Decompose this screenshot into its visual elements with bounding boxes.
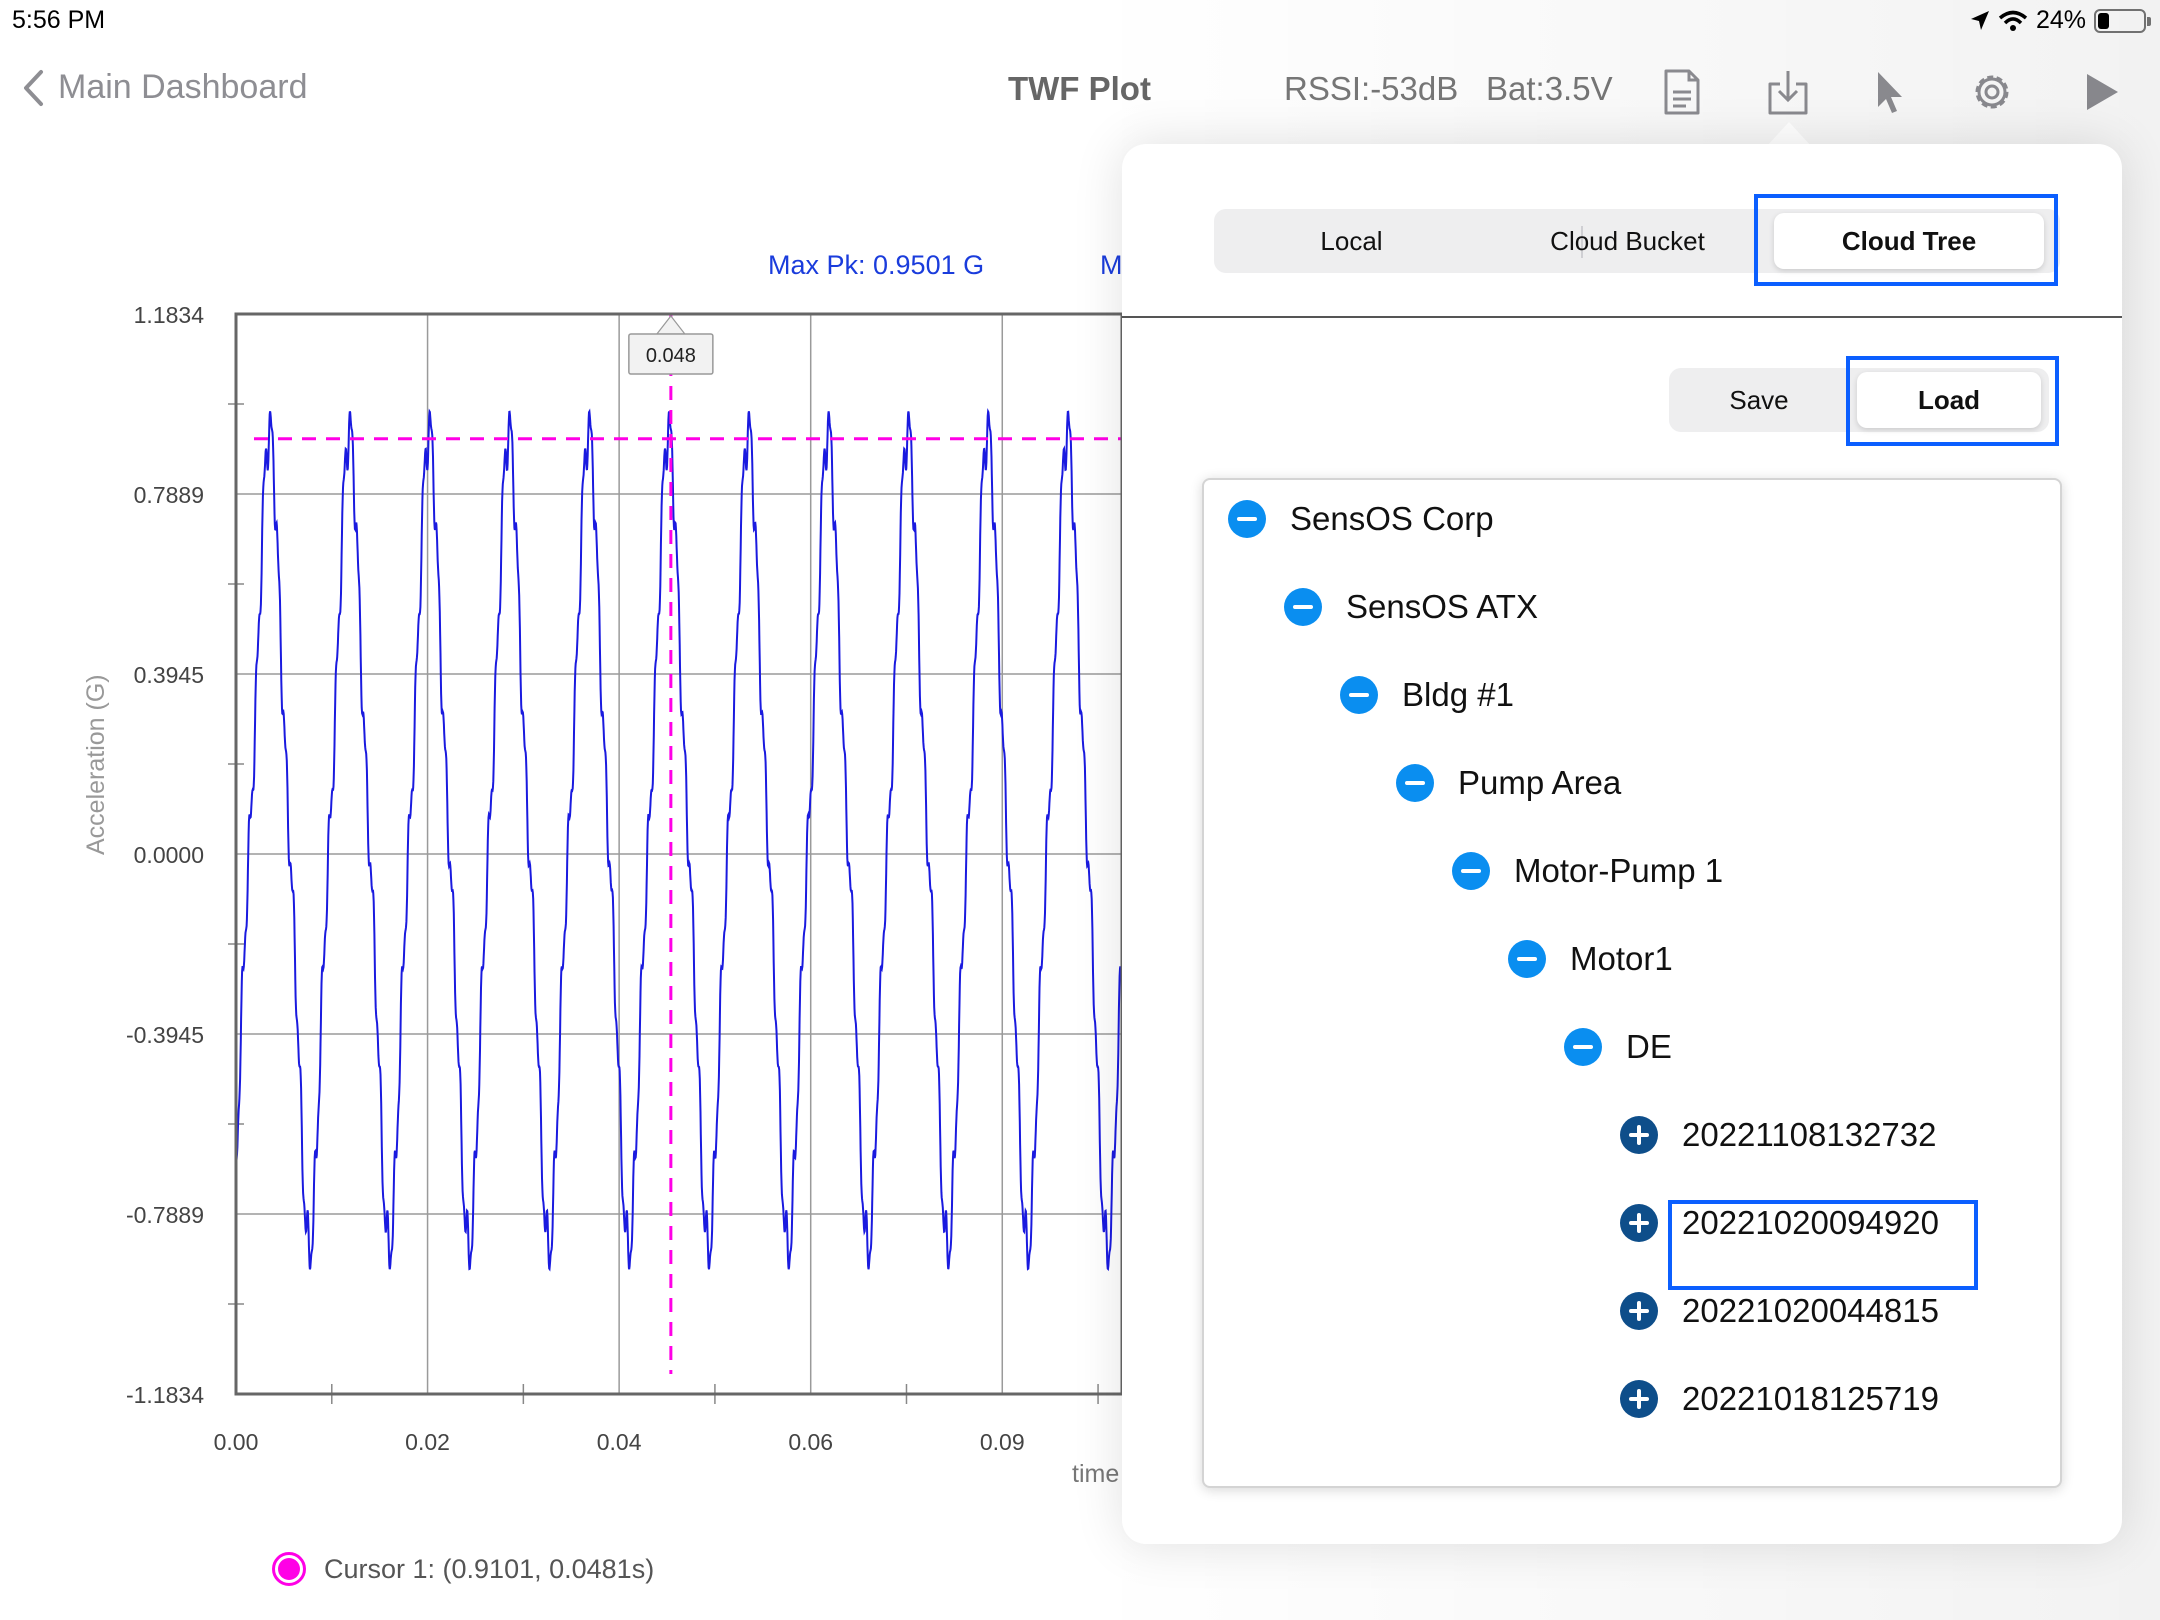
popover-divider	[1122, 316, 2122, 318]
collapse-icon[interactable]	[1228, 500, 1266, 538]
tab-cloud-tree[interactable]: Cloud Tree	[1774, 213, 2044, 269]
tree-node-label: Motor1	[1570, 940, 1673, 977]
tree-leaf[interactable]: 20221018125719	[1620, 1380, 1939, 1418]
status-indicators: 24%	[1970, 6, 2151, 35]
battery-icon	[2094, 8, 2151, 33]
tab-local[interactable]: Local	[1214, 209, 1489, 273]
load-button[interactable]: Load	[1857, 372, 2041, 428]
tab-cloud-bucket[interactable]: Cloud Bucket	[1489, 209, 1766, 273]
collapse-icon[interactable]	[1452, 852, 1490, 890]
tree-node-label: Bldg #1	[1402, 676, 1514, 713]
tree-node[interactable]: DE	[1564, 1028, 1672, 1066]
y-tick-label: -1.1834	[126, 1382, 204, 1408]
cursor-pointer-icon[interactable]	[1862, 64, 1918, 120]
source-segmented-control: Local Cloud Bucket Cloud Tree	[1214, 209, 2060, 273]
tree-node-label: DE	[1626, 1028, 1672, 1065]
x-tick-label: 0.02	[405, 1429, 450, 1455]
cursor-legend-label: Cursor 1: (0.9101, 0.0481s)	[324, 1553, 655, 1584]
battery-fill	[2098, 12, 2109, 29]
tree-leaf[interactable]: 20221020044815	[1620, 1292, 1939, 1330]
cloud-tree[interactable]: SensOS Corp SensOS ATX Bldg #1 Pump Area…	[1202, 478, 2062, 1488]
y-tick-label: -0.7889	[126, 1202, 204, 1228]
nav-bar: Main Dashboard TWF Plot RSSI:-53dB Bat:3…	[0, 50, 2160, 134]
x-tick-label: 0.09	[980, 1429, 1025, 1455]
popover-arrow	[1767, 122, 1811, 146]
back-label: Main Dashboard	[58, 68, 308, 106]
play-icon[interactable]	[2074, 64, 2130, 120]
location-icon	[1970, 10, 1989, 30]
cursor-marker-icon	[272, 1552, 306, 1586]
gear-icon[interactable]	[1964, 64, 2020, 120]
action-segmented-control: Save Load	[1669, 368, 2049, 432]
load-save-popover: Local Cloud Bucket Cloud Tree Save Load …	[1122, 144, 2122, 1544]
wifi-icon	[1998, 10, 2028, 31]
chevron-left-icon	[24, 69, 43, 106]
y-tick-label: -0.3945	[126, 1022, 204, 1048]
y-axis-title: Acceleration (G)	[82, 674, 110, 855]
collapse-icon[interactable]	[1564, 1028, 1602, 1066]
tree-node[interactable]: SensOS ATX	[1284, 588, 1538, 626]
expand-icon[interactable]	[1620, 1116, 1658, 1154]
x-axis-title: time	[1072, 1460, 1120, 1488]
back-button[interactable]: Main Dashboard	[22, 68, 307, 107]
expand-icon[interactable]	[1620, 1380, 1658, 1418]
expand-icon[interactable]	[1620, 1204, 1658, 1242]
tree-node-label: 20221020094920	[1682, 1204, 1939, 1241]
report-icon[interactable]	[1654, 64, 1710, 120]
tree-node-label: SensOS ATX	[1346, 588, 1538, 625]
y-tick-label: 1.1834	[134, 302, 205, 328]
tree-node-label: 20221020044815	[1682, 1292, 1939, 1329]
tree-node-label: 20221018125719	[1682, 1380, 1939, 1417]
tree-node[interactable]: SensOS Corp	[1228, 500, 1494, 538]
download-icon[interactable]	[1760, 64, 1816, 120]
tree-node[interactable]: Pump Area	[1396, 764, 1621, 802]
tree-node-label: Motor-Pump 1	[1514, 852, 1724, 889]
collapse-icon[interactable]	[1340, 676, 1378, 714]
y-tick-label: 0.7889	[134, 482, 204, 508]
tree-leaf[interactable]: 20221108132732	[1620, 1116, 1937, 1154]
tree-node-label: Pump Area	[1458, 764, 1622, 801]
tree-node[interactable]: Motor-Pump 1	[1452, 852, 1723, 890]
collapse-icon[interactable]	[1396, 764, 1434, 802]
tree-node[interactable]: Motor1	[1508, 940, 1673, 978]
page-title: TWF Plot	[1008, 70, 1151, 107]
waveform-chart[interactable]: 1.1834 0.7889 0.3945 0.0000 -0.3945 -0.7889 -1…	[0, 230, 1125, 1480]
x-tick-label: 0.04	[597, 1429, 642, 1455]
rssi-value: RSSI:-53dB	[1284, 70, 1459, 107]
save-button[interactable]: Save	[1669, 368, 1849, 432]
x-tick-label: 0.00	[214, 1429, 259, 1455]
status-bar: 5:56 PM 24%	[0, 0, 2160, 40]
tree-node[interactable]: Bldg #1	[1340, 676, 1514, 714]
x-tick-label: 0.06	[788, 1429, 833, 1455]
tree-node-label: 20221108132732	[1682, 1116, 1937, 1153]
status-time: 5:56 PM	[12, 6, 106, 34]
expand-icon[interactable]	[1620, 1292, 1658, 1330]
y-tick-label: 0.3945	[134, 662, 204, 688]
battery-percent: 24%	[2035, 6, 2086, 34]
tree-leaf-selected[interactable]: 20221020094920	[1620, 1204, 1939, 1242]
tree-node-label: SensOS Corp	[1290, 500, 1494, 537]
cursor-label: 0.048	[646, 345, 696, 367]
y-tick-label: 0.0000	[134, 842, 204, 868]
battery-voltage: Bat:3.5V	[1486, 70, 1613, 107]
collapse-icon[interactable]	[1284, 588, 1322, 626]
collapse-icon[interactable]	[1508, 940, 1546, 978]
cursor-legend: Cursor 1: (0.9101, 0.0481s)	[272, 1552, 654, 1586]
